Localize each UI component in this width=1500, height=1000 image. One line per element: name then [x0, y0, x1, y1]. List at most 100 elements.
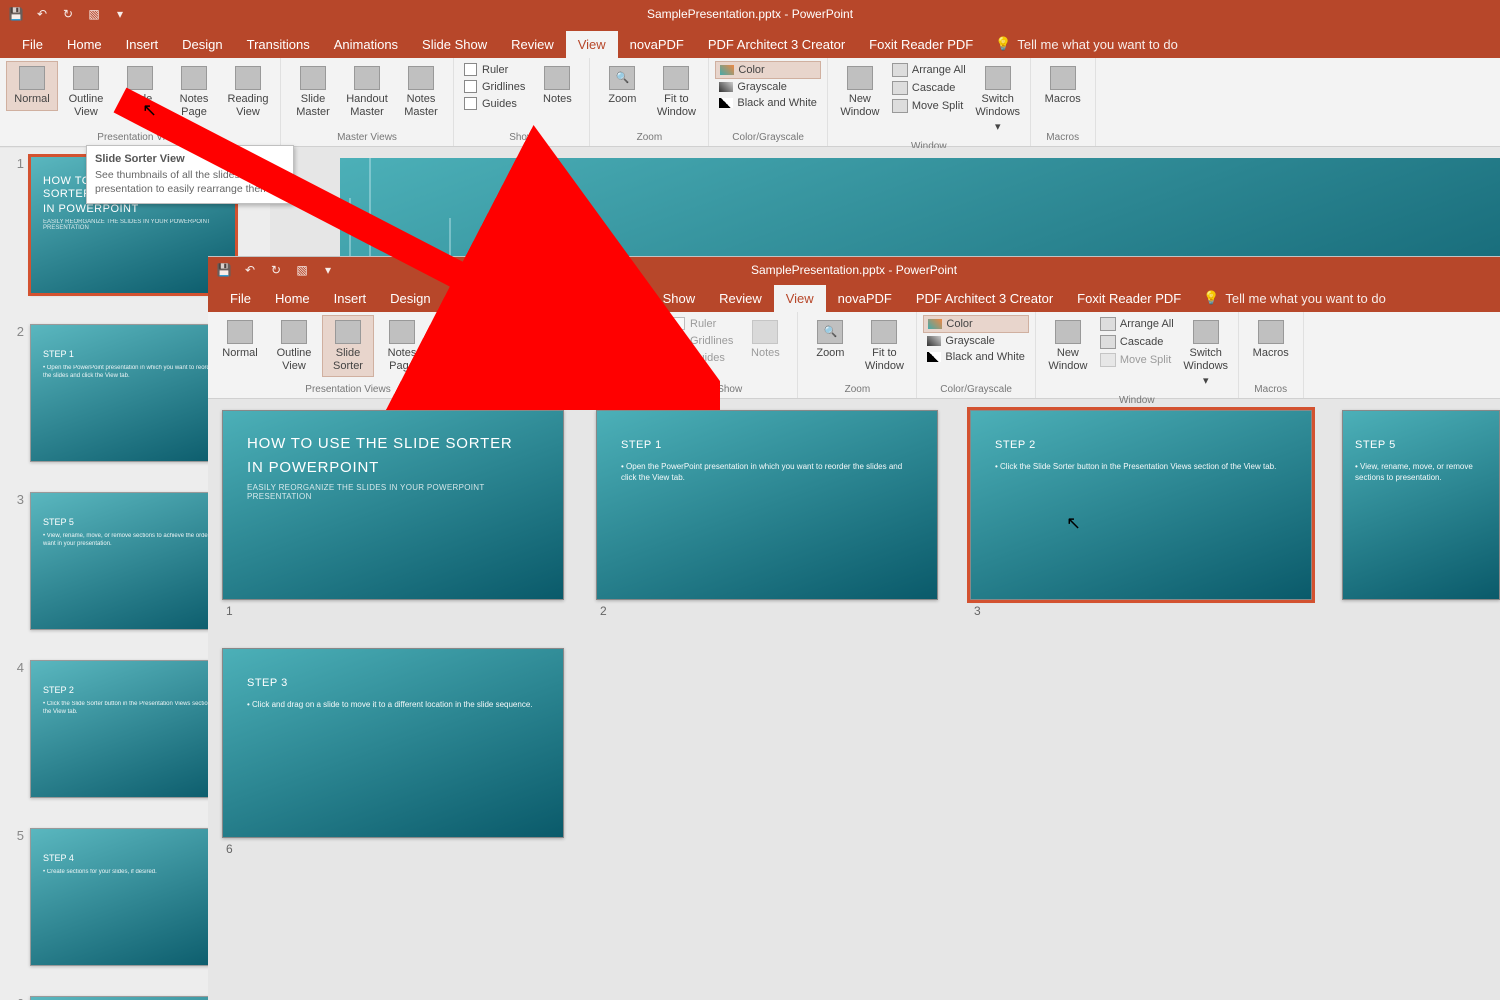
sorter-slide[interactable]: HOW TO USE THE SLIDE SORTERIN POWERPOINT… [222, 410, 564, 600]
normal-view-icon [19, 66, 45, 90]
switch-windows-button[interactable]: Switch Windows▾ [1180, 315, 1232, 393]
tab-insert[interactable]: Insert [322, 285, 379, 312]
tab-slideshow[interactable]: Slide Show [618, 285, 707, 312]
new-window-button[interactable]: New Window [1042, 315, 1094, 377]
sorter-slide[interactable]: STEP 5• View, rename, move, or remove se… [1342, 410, 1500, 600]
checkbox-icon [672, 351, 685, 364]
tab-review[interactable]: Review [499, 31, 566, 58]
color-button[interactable]: Color [715, 61, 820, 79]
slide-sorter-button[interactable]: Slide Sorter [322, 315, 374, 377]
tab-file[interactable]: File [10, 31, 55, 58]
qat-more-icon[interactable]: ▾ [320, 262, 336, 278]
macros-button[interactable]: Macros [1245, 315, 1297, 365]
switch-windows-button[interactable]: Switch Windows▾ [972, 61, 1024, 139]
move-split-button[interactable]: Move Split [888, 97, 970, 115]
normal-view-button[interactable]: Normal [214, 315, 266, 365]
tab-novapdf[interactable]: novaPDF [618, 31, 696, 58]
slide-sorter-button[interactable]: Slide Sorter [114, 61, 166, 123]
fit-to-window-button[interactable]: Fit to Window [650, 61, 702, 123]
notes-page-button[interactable]: Notes Page [168, 61, 220, 123]
sorter-slide-item[interactable]: STEP 5• View, rename, move, or remove se… [1342, 410, 1500, 604]
guides-checkbox[interactable]: Guides [460, 95, 529, 112]
notes-button[interactable]: Notes [531, 61, 583, 111]
tab-design[interactable]: Design [170, 31, 234, 58]
qat-more-icon[interactable]: ▾ [112, 6, 128, 22]
undo-icon[interactable]: ↶ [34, 6, 50, 22]
zoom-button[interactable]: 🔍Zoom [804, 315, 856, 365]
start-from-beginning-icon[interactable]: ▧ [294, 262, 310, 278]
save-icon[interactable]: 💾 [216, 262, 232, 278]
normal-view-button[interactable]: Normal [6, 61, 58, 111]
sorter-slide[interactable]: STEP 1• Open the PowerPoint presentation… [596, 410, 938, 600]
grayscale-button[interactable]: Grayscale [923, 333, 1028, 349]
sorter-slide[interactable]: STEP 2• Click the Slide Sorter button in… [970, 410, 1312, 600]
tab-view[interactable]: View [566, 31, 618, 58]
zoom-button[interactable]: 🔍Zoom [596, 61, 648, 111]
thumbnail-slide[interactable]: STEP 3• Click and drag on a slide to mov… [30, 996, 236, 1000]
tab-design[interactable]: Design [378, 285, 442, 312]
outline-view-button[interactable]: Outline View [268, 315, 320, 377]
arrange-all-button[interactable]: Arrange All [888, 61, 970, 79]
grayscale-swatch-icon [719, 82, 733, 92]
notes-page-button[interactable]: Notes Page [376, 315, 428, 377]
thumbnail-slide[interactable]: STEP 1• Open the PowerPoint presentation… [30, 324, 236, 462]
tab-home[interactable]: Home [55, 31, 114, 58]
tab-view[interactable]: View [774, 285, 826, 312]
sorter-slide-item[interactable]: HOW TO USE THE SLIDE SORTERIN POWERPOINT… [222, 410, 564, 618]
redo-icon[interactable]: ↻ [60, 6, 76, 22]
tab-pdfarchitect[interactable]: PDF Architect 3 Creator [904, 285, 1065, 312]
thumbnail-slide[interactable]: STEP 5• View, rename, move, or remove se… [30, 492, 236, 630]
tell-me[interactable]: 💡Tell me what you want to do [1193, 284, 1396, 312]
ruler-checkbox[interactable]: Ruler [460, 61, 529, 78]
tell-me[interactable]: 💡Tell me what you want to do [985, 30, 1188, 58]
tab-review[interactable]: Review [707, 285, 774, 312]
macros-button[interactable]: Macros [1037, 61, 1089, 111]
color-button[interactable]: Color [923, 315, 1028, 333]
sorter-slide-item[interactable]: STEP 3• Click and drag on a slide to mov… [222, 648, 564, 856]
sorter-slide-item[interactable]: STEP 1• Open the PowerPoint presentation… [596, 410, 938, 618]
tab-file[interactable]: File [218, 285, 263, 312]
gridlines-checkbox[interactable]: Gridlines [460, 78, 529, 95]
cursor-icon: ↖ [142, 100, 157, 121]
thumbnail-slide[interactable]: STEP 2• Click the Slide Sorter button in… [30, 660, 236, 798]
group-window: New Window Arrange All Cascade Move Spli… [1036, 312, 1239, 398]
slide-master-button[interactable]: Slide Master [495, 315, 547, 377]
slide-master-button[interactable]: Slide Master [287, 61, 339, 123]
outline-view-button[interactable]: Outline View [60, 61, 112, 123]
start-from-beginning-icon[interactable]: ▧ [86, 6, 102, 22]
cascade-button[interactable]: Cascade [1096, 333, 1178, 351]
notes-master-button[interactable]: Notes Master [395, 61, 447, 123]
undo-icon[interactable]: ↶ [242, 262, 258, 278]
sorter-slide[interactable]: STEP 3• Click and drag on a slide to mov… [222, 648, 564, 838]
sorter-slide-item[interactable]: STEP 2• Click the Slide Sorter button in… [970, 410, 1312, 618]
grayscale-button[interactable]: Grayscale [715, 79, 820, 95]
tab-novapdf[interactable]: novaPDF [826, 285, 904, 312]
handout-master-button[interactable]: Handout Master [549, 315, 601, 377]
black-white-button[interactable]: Black and White [923, 349, 1028, 365]
tab-slideshow[interactable]: Slide Show [410, 31, 499, 58]
save-icon[interactable]: 💾 [8, 6, 24, 22]
notes-master-button[interactable]: Notes Master [603, 315, 655, 377]
checkbox-icon [464, 80, 477, 93]
arrange-all-button[interactable]: Arrange All [1096, 315, 1178, 333]
tab-transitions[interactable]: Transitions [443, 285, 530, 312]
checkbox-icon [672, 334, 685, 347]
slide-sorter-area[interactable]: HOW TO USE THE SLIDE SORTERIN POWERPOINT… [208, 400, 1500, 1000]
tab-insert[interactable]: Insert [114, 31, 171, 58]
cascade-button[interactable]: Cascade [888, 79, 970, 97]
tab-pdfarchitect[interactable]: PDF Architect 3 Creator [696, 31, 857, 58]
tab-foxit[interactable]: Foxit Reader PDF [857, 31, 985, 58]
redo-icon[interactable]: ↻ [268, 262, 284, 278]
tab-transitions[interactable]: Transitions [235, 31, 322, 58]
tab-animations[interactable]: Animations [322, 31, 410, 58]
new-window-button[interactable]: New Window [834, 61, 886, 123]
tab-home[interactable]: Home [263, 285, 322, 312]
tab-animations[interactable]: Animations [530, 285, 618, 312]
handout-master-button[interactable]: Handout Master [341, 61, 393, 123]
reading-view-button[interactable]: Reading View [430, 315, 482, 377]
black-white-button[interactable]: Black and White [715, 95, 820, 111]
tab-foxit[interactable]: Foxit Reader PDF [1065, 285, 1193, 312]
thumbnail-slide[interactable]: STEP 4• Create sections for your slides,… [30, 828, 236, 966]
fit-to-window-button[interactable]: Fit to Window [858, 315, 910, 377]
reading-view-button[interactable]: Reading View [222, 61, 274, 123]
